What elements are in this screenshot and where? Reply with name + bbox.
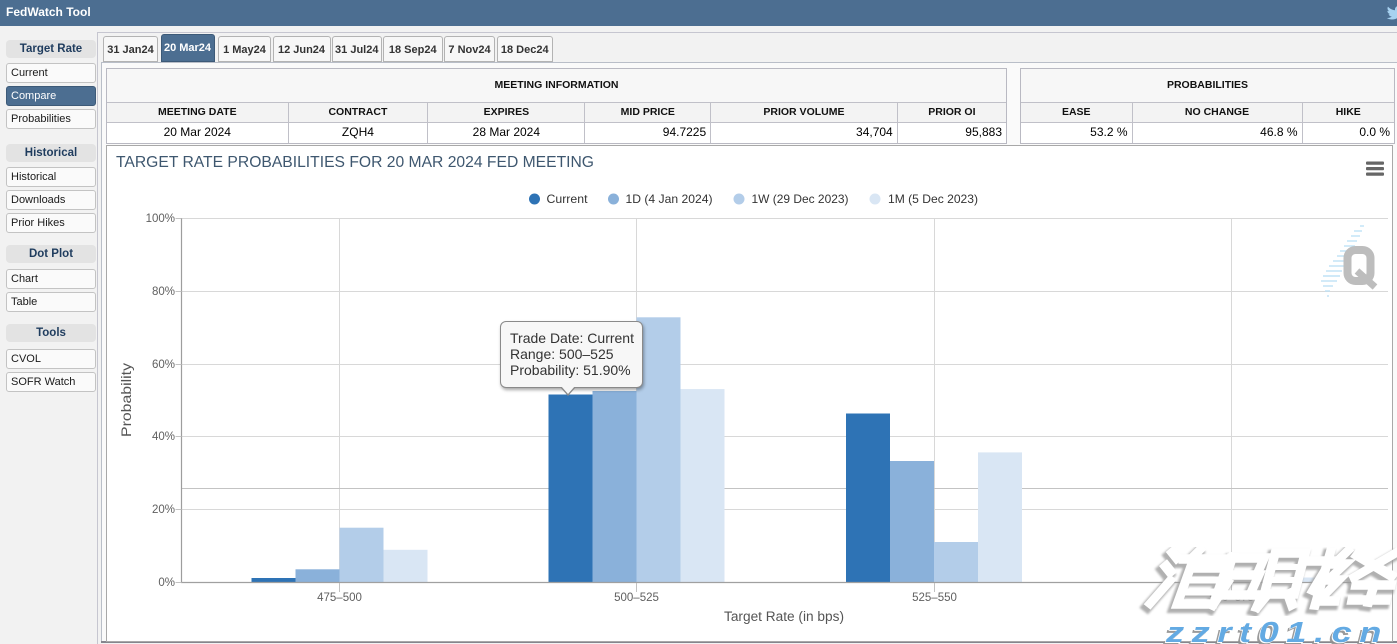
svg-text:20%: 20% [152,504,175,516]
svg-text:500–525: 500–525 [614,592,659,604]
svg-text:1M (5 Dec 2023): 1M (5 Dec 2023) [888,192,978,206]
svg-text:TARGET RATE PROBABILITIES FOR: TARGET RATE PROBABILITIES FOR 20 MAR 202… [116,154,594,171]
svg-text:40%: 40% [152,431,175,443]
svg-text:100%: 100% [146,213,175,225]
svg-text:1D (4 Jan 2024): 1D (4 Jan 2024) [626,192,713,206]
svg-text:0%: 0% [158,577,175,589]
svg-text:Current: Current [547,192,589,206]
svg-text:475–500: 475–500 [317,592,362,604]
svg-text:Probability: Probability [118,363,134,437]
svg-text:80%: 80% [152,286,175,298]
svg-text:60%: 60% [152,359,175,371]
svg-text:Target Rate (in bps): Target Rate (in bps) [724,609,844,624]
svg-text:525–550: 525–550 [912,592,957,604]
svg-text:1W (29 Dec 2023): 1W (29 Dec 2023) [752,192,849,206]
svg-text:zzrt01.cn: zzrt01.cn [1165,617,1389,644]
